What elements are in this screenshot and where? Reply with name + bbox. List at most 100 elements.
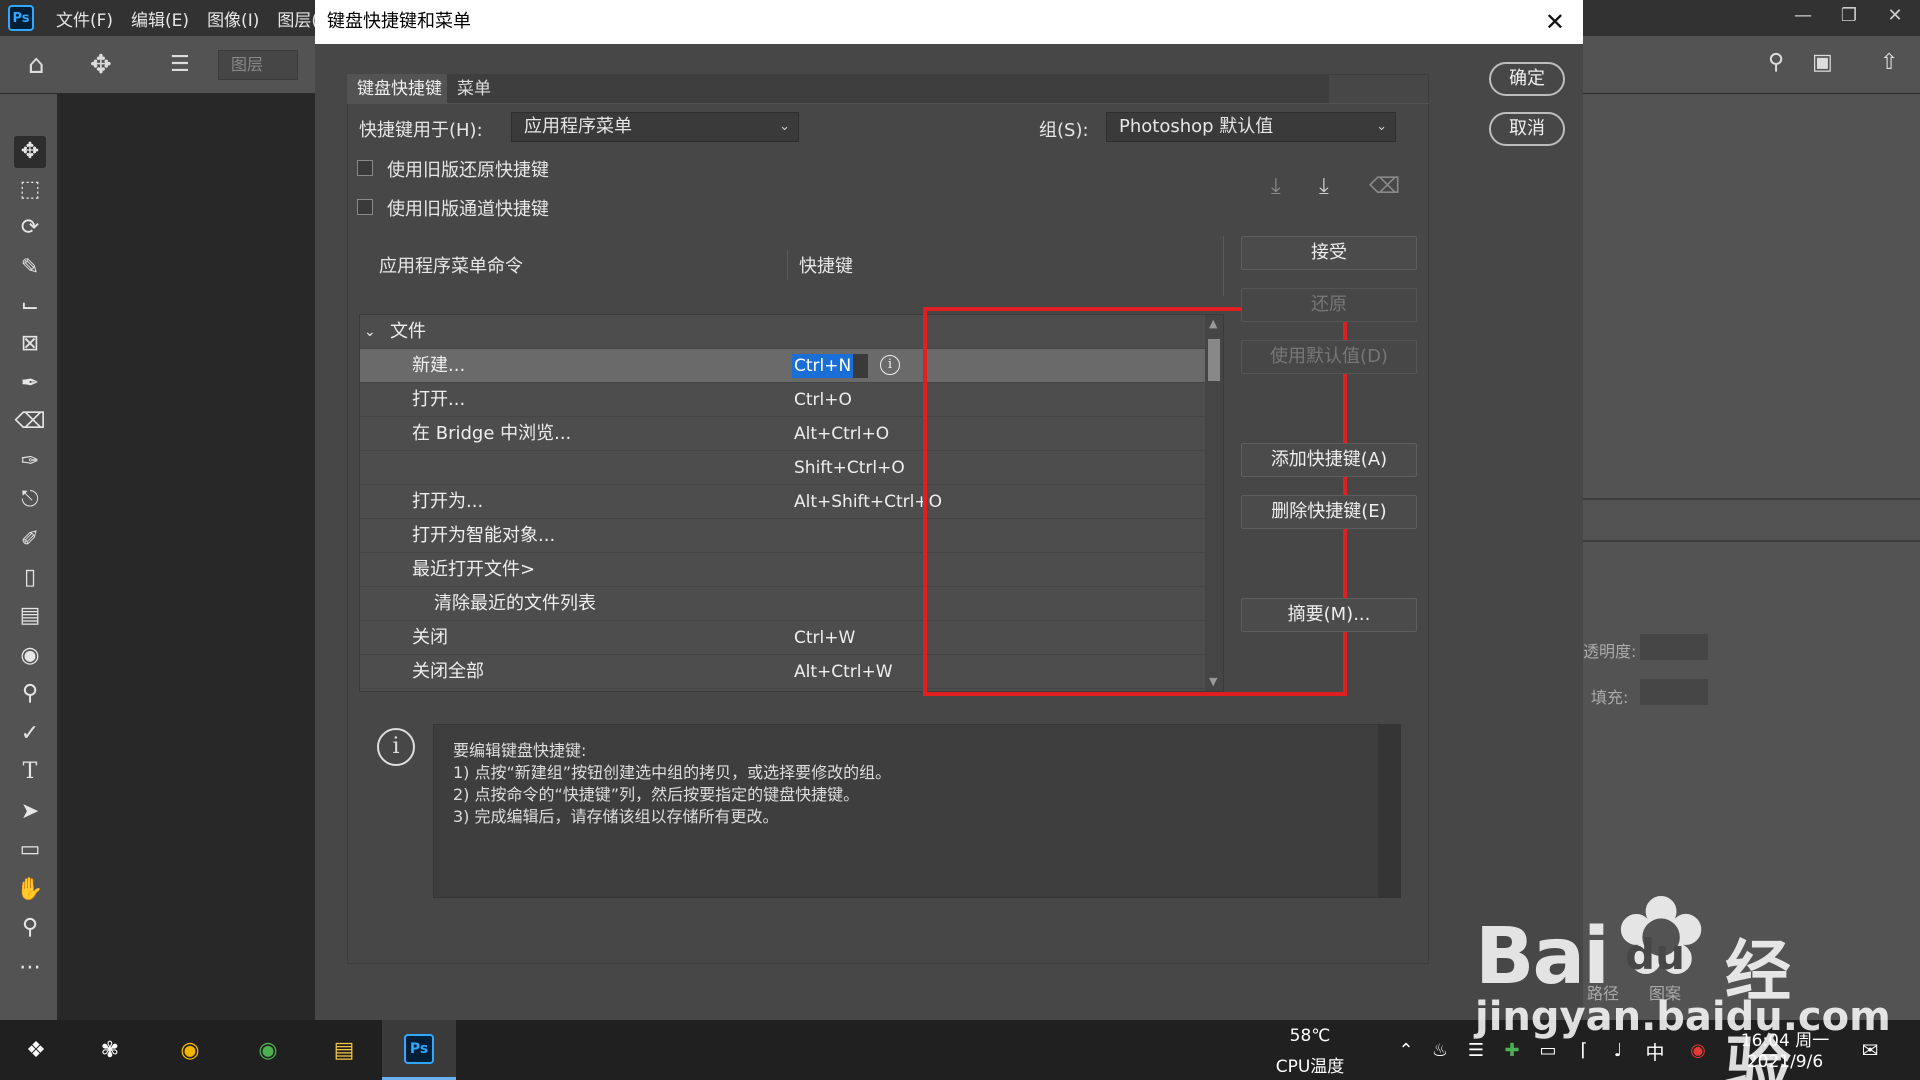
zoom-icon[interactable]: ⚲ <box>14 912 46 944</box>
home-icon[interactable]: ⌂ <box>28 50 45 80</box>
instructions-scrollbar[interactable] <box>1378 725 1400 897</box>
accept-button[interactable]: 接受 <box>1241 236 1417 270</box>
menu-file[interactable]: 文件(F) <box>56 6 113 31</box>
command-name: 在 Bridge 中浏览... <box>412 423 572 444</box>
legacy-undo-label: 使用旧版还原快捷键 <box>387 160 549 181</box>
shortcut-key[interactable]: Shift+Ctrl+O <box>794 451 905 485</box>
command-name: 最近打开文件> <box>412 559 536 580</box>
tab-menus[interactable]: 菜单 <box>447 74 1329 104</box>
move-tool-icon[interactable]: ✥ <box>90 50 112 80</box>
shortcut-key[interactable]: Alt+Ctrl+W <box>794 655 893 689</box>
use-default-button[interactable]: 使用默认值(D) <box>1241 340 1417 374</box>
legacy-undo-checkbox[interactable] <box>357 160 373 176</box>
rectangle-icon[interactable]: ▭ <box>14 834 46 866</box>
lasso-icon[interactable]: ⟳ <box>14 212 46 244</box>
layers-dropdown[interactable]: 图层 <box>218 50 298 80</box>
gradient-icon[interactable]: ▤ <box>14 600 46 632</box>
dodge-icon[interactable]: ⚲ <box>14 678 46 710</box>
shortcut-key[interactable]: Ctrl+O <box>794 383 852 417</box>
cpu-temp-label: CPU温度 <box>1275 1057 1345 1077</box>
type-icon[interactable]: T <box>14 756 46 788</box>
share-icon[interactable]: ⇧ <box>1880 50 1898 75</box>
notification-bell-icon[interactable]: ♨ <box>1422 1032 1458 1068</box>
eraser-icon[interactable]: ▯ <box>14 562 46 594</box>
stamp-icon[interactable]: ⎋ <box>14 484 46 516</box>
info-circle-icon[interactable]: i <box>880 355 900 375</box>
chrome-icon[interactable]: ◉ <box>172 1032 208 1068</box>
dialog-title: 键盘快捷键和菜单 <box>315 0 1583 44</box>
shortcuts-for-value: 应用程序菜单 <box>524 116 632 137</box>
photoshop-logo-small: Ps <box>404 1033 434 1064</box>
hand-icon[interactable]: ✋ <box>14 874 46 906</box>
tab-keyboard-shortcuts[interactable]: 键盘快捷键 <box>347 74 452 104</box>
minimize-icon[interactable]: — <box>1782 0 1824 30</box>
command-name: 新建... <box>412 355 466 376</box>
instructions-line: 1) 点按“新建组”按钮创建选中组的拷贝，或选择要修改的组。 <box>453 763 892 782</box>
eyedropper-icon[interactable]: ✒ <box>14 368 46 400</box>
instructions-line: 3) 完成编辑后，请存储该组以存储所有更改。 <box>453 807 779 826</box>
summarize-button[interactable]: 摘要(M)... <box>1241 598 1417 632</box>
expand-chevron-icon[interactable]: ⌄ <box>364 315 376 349</box>
pen-icon[interactable]: ✓ <box>14 718 46 750</box>
tools-panel: ✥ ⬚ ⟳ ✎ ⌙ ⊠ ✒ ⌫ ✑ ⎋ ✐ ▯ ▤ ◉ ⚲ ✓ T ➤ ▭ ✋ … <box>0 94 58 1020</box>
canvas-area <box>58 94 315 1020</box>
marquee-icon[interactable]: ⬚ <box>14 174 46 206</box>
new-set-icon[interactable]: ⤓ <box>1319 174 1329 199</box>
cpu-temp: 58℃ <box>1289 1026 1331 1046</box>
shortcut-selected: Ctrl+N <box>792 354 854 378</box>
healing-icon[interactable]: ⌫ <box>14 406 46 438</box>
more-tools-icon[interactable]: ⋯ <box>14 952 46 984</box>
opacity-label: 透明度: <box>1583 642 1637 661</box>
file-explorer-icon[interactable]: ▤ <box>326 1032 362 1068</box>
keyboard-shortcuts-dialog: 键盘快捷键和菜单 ✕ 键盘快捷键 菜单 快捷键用于(H): 应用程序菜单 ⌄ 组… <box>315 0 1583 1020</box>
tab-underline <box>347 103 1429 104</box>
app-icon-1[interactable]: ✾ <box>92 1032 128 1068</box>
add-shortcut-button[interactable]: 添加快捷键(A) <box>1241 443 1417 477</box>
workspace-icon[interactable]: ▣ <box>1812 50 1833 75</box>
command-name: 打开为智能对象... <box>412 525 556 546</box>
browser-icon[interactable]: ◉ <box>250 1032 286 1068</box>
shortcuts-for-dropdown[interactable]: 应用程序菜单 ⌄ <box>511 112 799 142</box>
quick-select-icon[interactable]: ✎ <box>14 252 46 284</box>
legacy-channel-label: 使用旧版通道快捷键 <box>387 199 549 220</box>
undo-button[interactable]: 还原 <box>1241 288 1417 322</box>
ok-button[interactable]: 确定 <box>1489 62 1565 96</box>
frame-icon[interactable]: ⊠ <box>14 328 46 360</box>
opacity-field[interactable] <box>1640 634 1708 660</box>
shortcut-key[interactable]: Alt+Shift+Ctrl+O <box>794 485 942 519</box>
menu-image[interactable]: 图像(I) <box>207 6 259 31</box>
set-dropdown[interactable]: Photoshop 默认值 ⌄ <box>1106 112 1396 142</box>
legacy-channel-checkbox[interactable] <box>357 199 373 215</box>
chevron-down-icon: ⌄ <box>779 119 790 134</box>
history-brush-icon[interactable]: ✐ <box>14 524 46 556</box>
brush-icon[interactable]: ✑ <box>14 446 46 478</box>
menu-layer[interactable]: 图层( <box>277 6 318 31</box>
fill-field[interactable] <box>1640 679 1708 705</box>
command-name: 清除最近的文件列表 <box>434 593 596 614</box>
delete-shortcut-button[interactable]: 删除快捷键(E) <box>1241 495 1417 529</box>
blur-icon[interactable]: ◉ <box>14 640 46 672</box>
crop-icon[interactable]: ⌙ <box>14 290 46 322</box>
layers-stack-icon[interactable]: ☰ <box>170 52 190 77</box>
shortcut-key[interactable]: Alt+Ctrl+O <box>794 417 889 451</box>
screen: Ps 文件(F) 编辑(E) 图像(I) 图层( — ❐ ✕ ⌂ ✥ ☰ ⚲ ▣… <box>0 0 1920 1080</box>
command-name: 关闭 <box>412 627 448 648</box>
cancel-button[interactable]: 取消 <box>1489 112 1565 146</box>
photoshop-logo: Ps <box>8 5 34 31</box>
close-window-icon[interactable]: ✕ <box>1874 0 1916 30</box>
ime-indicator[interactable]: 中 <box>1640 1038 1670 1065</box>
save-set-icon[interactable]: ⤓ <box>1271 174 1281 199</box>
shortcut-key[interactable]: Ctrl+W <box>794 621 855 655</box>
tray-up-icon[interactable]: ⌃ <box>1388 1032 1424 1068</box>
move-icon[interactable]: ✥ <box>14 136 46 168</box>
close-icon[interactable]: ✕ <box>1545 0 1565 44</box>
windows-start-icon[interactable]: ❖ <box>18 1032 54 1068</box>
group-name: 文件 <box>390 321 426 342</box>
search-icon[interactable]: ⚲ <box>1768 50 1784 75</box>
restore-icon[interactable]: ❐ <box>1828 0 1870 30</box>
path-select-icon[interactable]: ➤ <box>14 796 46 828</box>
delete-set-icon[interactable]: ⌫ <box>1369 174 1400 199</box>
shortcuts-for-label: 快捷键用于(H): <box>359 120 483 141</box>
photoshop-taskbar-icon[interactable]: Ps <box>382 1020 456 1080</box>
menu-edit[interactable]: 编辑(E) <box>131 6 189 31</box>
